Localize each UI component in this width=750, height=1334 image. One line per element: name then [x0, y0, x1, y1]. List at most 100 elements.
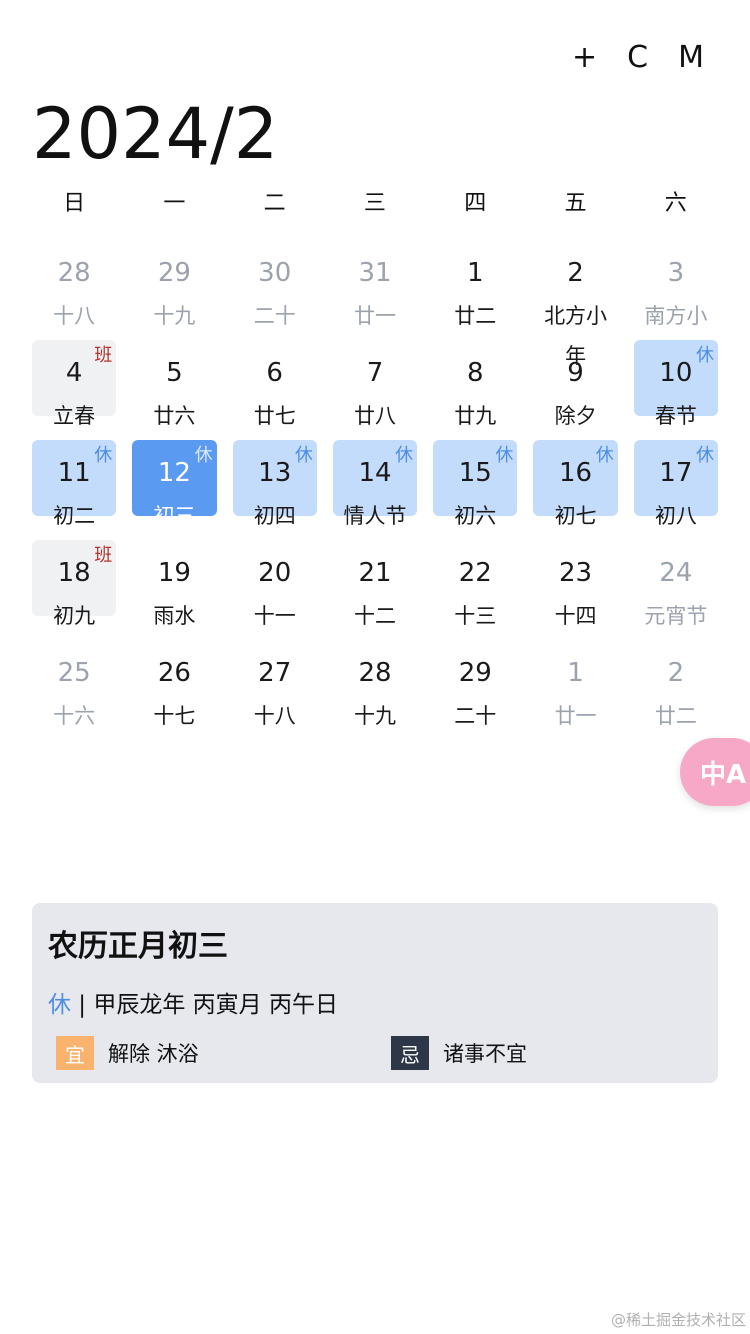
- workday-tag: 班: [94, 345, 113, 366]
- lunar-label: 初四: [253, 504, 296, 528]
- lunar-label: 春节: [654, 404, 697, 428]
- day-cell[interactable]: 24 元宵节: [626, 532, 726, 632]
- day-cell[interactable]: 15 初六休: [425, 432, 525, 532]
- lunar-label: 二十: [454, 704, 497, 728]
- day-number: 6: [266, 358, 283, 388]
- yi-row: 宜 解除 沐浴: [56, 1035, 199, 1071]
- day-cell[interactable]: 1 廿一: [525, 632, 625, 732]
- day-cell[interactable]: 11 初二休: [24, 432, 124, 532]
- weekday-label: 日: [63, 191, 86, 216]
- day-number: 28: [358, 658, 392, 688]
- weekday-label: 六: [664, 191, 687, 216]
- lunar-label: 初七: [554, 504, 597, 528]
- weekday-label: 一: [163, 191, 186, 216]
- lunar-label: 雨水: [153, 604, 196, 628]
- day-cell[interactable]: 17 初八休: [626, 432, 726, 532]
- lunar-label: 初二: [53, 504, 96, 528]
- day-cell[interactable]: 26 十七: [124, 632, 224, 732]
- lunar-label: 廿九: [454, 404, 497, 428]
- c-button[interactable]: C: [627, 36, 648, 80]
- lunar-label: 十八: [253, 704, 296, 728]
- day-cell[interactable]: 14 情人节休: [325, 432, 425, 532]
- lunar-label: 十四: [554, 604, 597, 628]
- day-cell[interactable]: 22 十三: [425, 532, 525, 632]
- day-cell[interactable]: 2 廿二: [626, 632, 726, 732]
- lunar-label: 十六: [53, 704, 96, 728]
- day-cell[interactable]: 21 十二: [325, 532, 425, 632]
- day-cell[interactable]: 29 二十: [425, 632, 525, 732]
- day-cell[interactable]: 23 十四: [525, 532, 625, 632]
- lunar-label: 廿一: [353, 304, 396, 328]
- day-cell[interactable]: 29 十九: [124, 232, 224, 332]
- day-cell[interactable]: 18 初九班: [24, 532, 124, 632]
- lunar-label: 廿八: [353, 404, 396, 428]
- watermark: @稀土掘金技术社区: [610, 1311, 746, 1329]
- day-detail-card: 农历正月初三 休 | 甲辰龙年 丙寅月 丙午日 宜 解除 沐浴 忌 诸事不宜: [32, 903, 718, 1083]
- weekday-label: 三: [363, 191, 386, 216]
- day-cell[interactable]: 25 十六: [24, 632, 124, 732]
- day-number: 5: [166, 358, 183, 388]
- ji-badge: 忌: [391, 1036, 429, 1070]
- lunar-label: 廿七: [253, 404, 296, 428]
- holiday-tag: 休: [395, 445, 414, 466]
- add-button[interactable]: +: [572, 36, 597, 80]
- day-cell[interactable]: 10 春节休: [626, 332, 726, 432]
- day-cell[interactable]: 3南方小年: [626, 232, 726, 368]
- ganzhi-row: 休 | 甲辰龙年 丙寅月 丙午日: [48, 985, 338, 1025]
- day-number: 24: [659, 558, 693, 588]
- day-cell[interactable]: 9 除夕: [525, 332, 625, 432]
- holiday-tag: 休: [48, 992, 71, 1018]
- weekday-label: 二: [263, 191, 286, 216]
- day-cell[interactable]: 28 十八: [24, 232, 124, 332]
- day-cell[interactable]: 27 十八: [225, 632, 325, 732]
- day-number: 19: [157, 558, 191, 588]
- day-cell[interactable]: 8 廿九: [425, 332, 525, 432]
- m-button[interactable]: M: [678, 36, 704, 80]
- lunar-label: 初八: [654, 504, 697, 528]
- day-cell[interactable]: 31 廿一: [325, 232, 425, 332]
- day-cell[interactable]: 20 十一: [225, 532, 325, 632]
- holiday-tag: 休: [595, 445, 614, 466]
- weekday-header: 日 一 二 三 四 五 六: [24, 182, 726, 226]
- lunar-label: 廿二: [654, 704, 697, 728]
- holiday-tag: 休: [495, 445, 514, 466]
- day-number: 7: [366, 358, 384, 388]
- lunar-label: 十九: [153, 304, 196, 328]
- holiday-tag: 休: [294, 445, 313, 466]
- lunar-label: 廿二: [454, 304, 497, 328]
- lunar-label: 十三: [454, 604, 497, 628]
- translate-icon: 中A: [700, 759, 747, 790]
- weekday-label: 四: [464, 191, 487, 216]
- lunar-label: 十二: [353, 604, 396, 628]
- lunar-label: 十七: [153, 704, 196, 728]
- holiday-tag: 休: [194, 445, 213, 466]
- day-number: 9: [567, 358, 584, 388]
- day-cell[interactable]: 12 初三休: [124, 432, 224, 532]
- day-cell[interactable]: 4 立春班: [24, 332, 124, 432]
- lunar-label: 廿一: [554, 704, 597, 728]
- lunar-label: 十八: [53, 304, 96, 328]
- day-cell[interactable]: 28 十九: [325, 632, 425, 732]
- holiday-tag: 休: [695, 345, 714, 366]
- day-cell[interactable]: 19 雨水: [124, 532, 224, 632]
- day-cell[interactable]: 16 初七休: [525, 432, 625, 532]
- day-number: 2: [667, 658, 685, 688]
- translate-button[interactable]: 中A: [680, 738, 750, 806]
- lunar-label: 除夕: [554, 404, 597, 428]
- day-number: 21: [358, 558, 392, 588]
- day-cell[interactable]: 6 廿七: [225, 332, 325, 432]
- day-cell[interactable]: 7 廿八: [325, 332, 425, 432]
- day-number: 28: [57, 258, 91, 288]
- day-cell[interactable]: 13 初四休: [225, 432, 325, 532]
- day-cell[interactable]: 2 北方小年: [525, 232, 625, 368]
- day-number: 25: [57, 658, 91, 688]
- day-cell[interactable]: 5 廿六: [124, 332, 224, 432]
- day-number: 22: [458, 558, 492, 588]
- day-cell[interactable]: 30 二十: [225, 232, 325, 332]
- day-number: 20: [258, 558, 292, 588]
- day-number: 3: [667, 258, 685, 288]
- lunar-label: 十九: [353, 704, 396, 728]
- day-cell[interactable]: 1 廿二: [425, 232, 525, 332]
- toolbar: + C M: [572, 36, 704, 80]
- day-number: 1: [567, 658, 584, 688]
